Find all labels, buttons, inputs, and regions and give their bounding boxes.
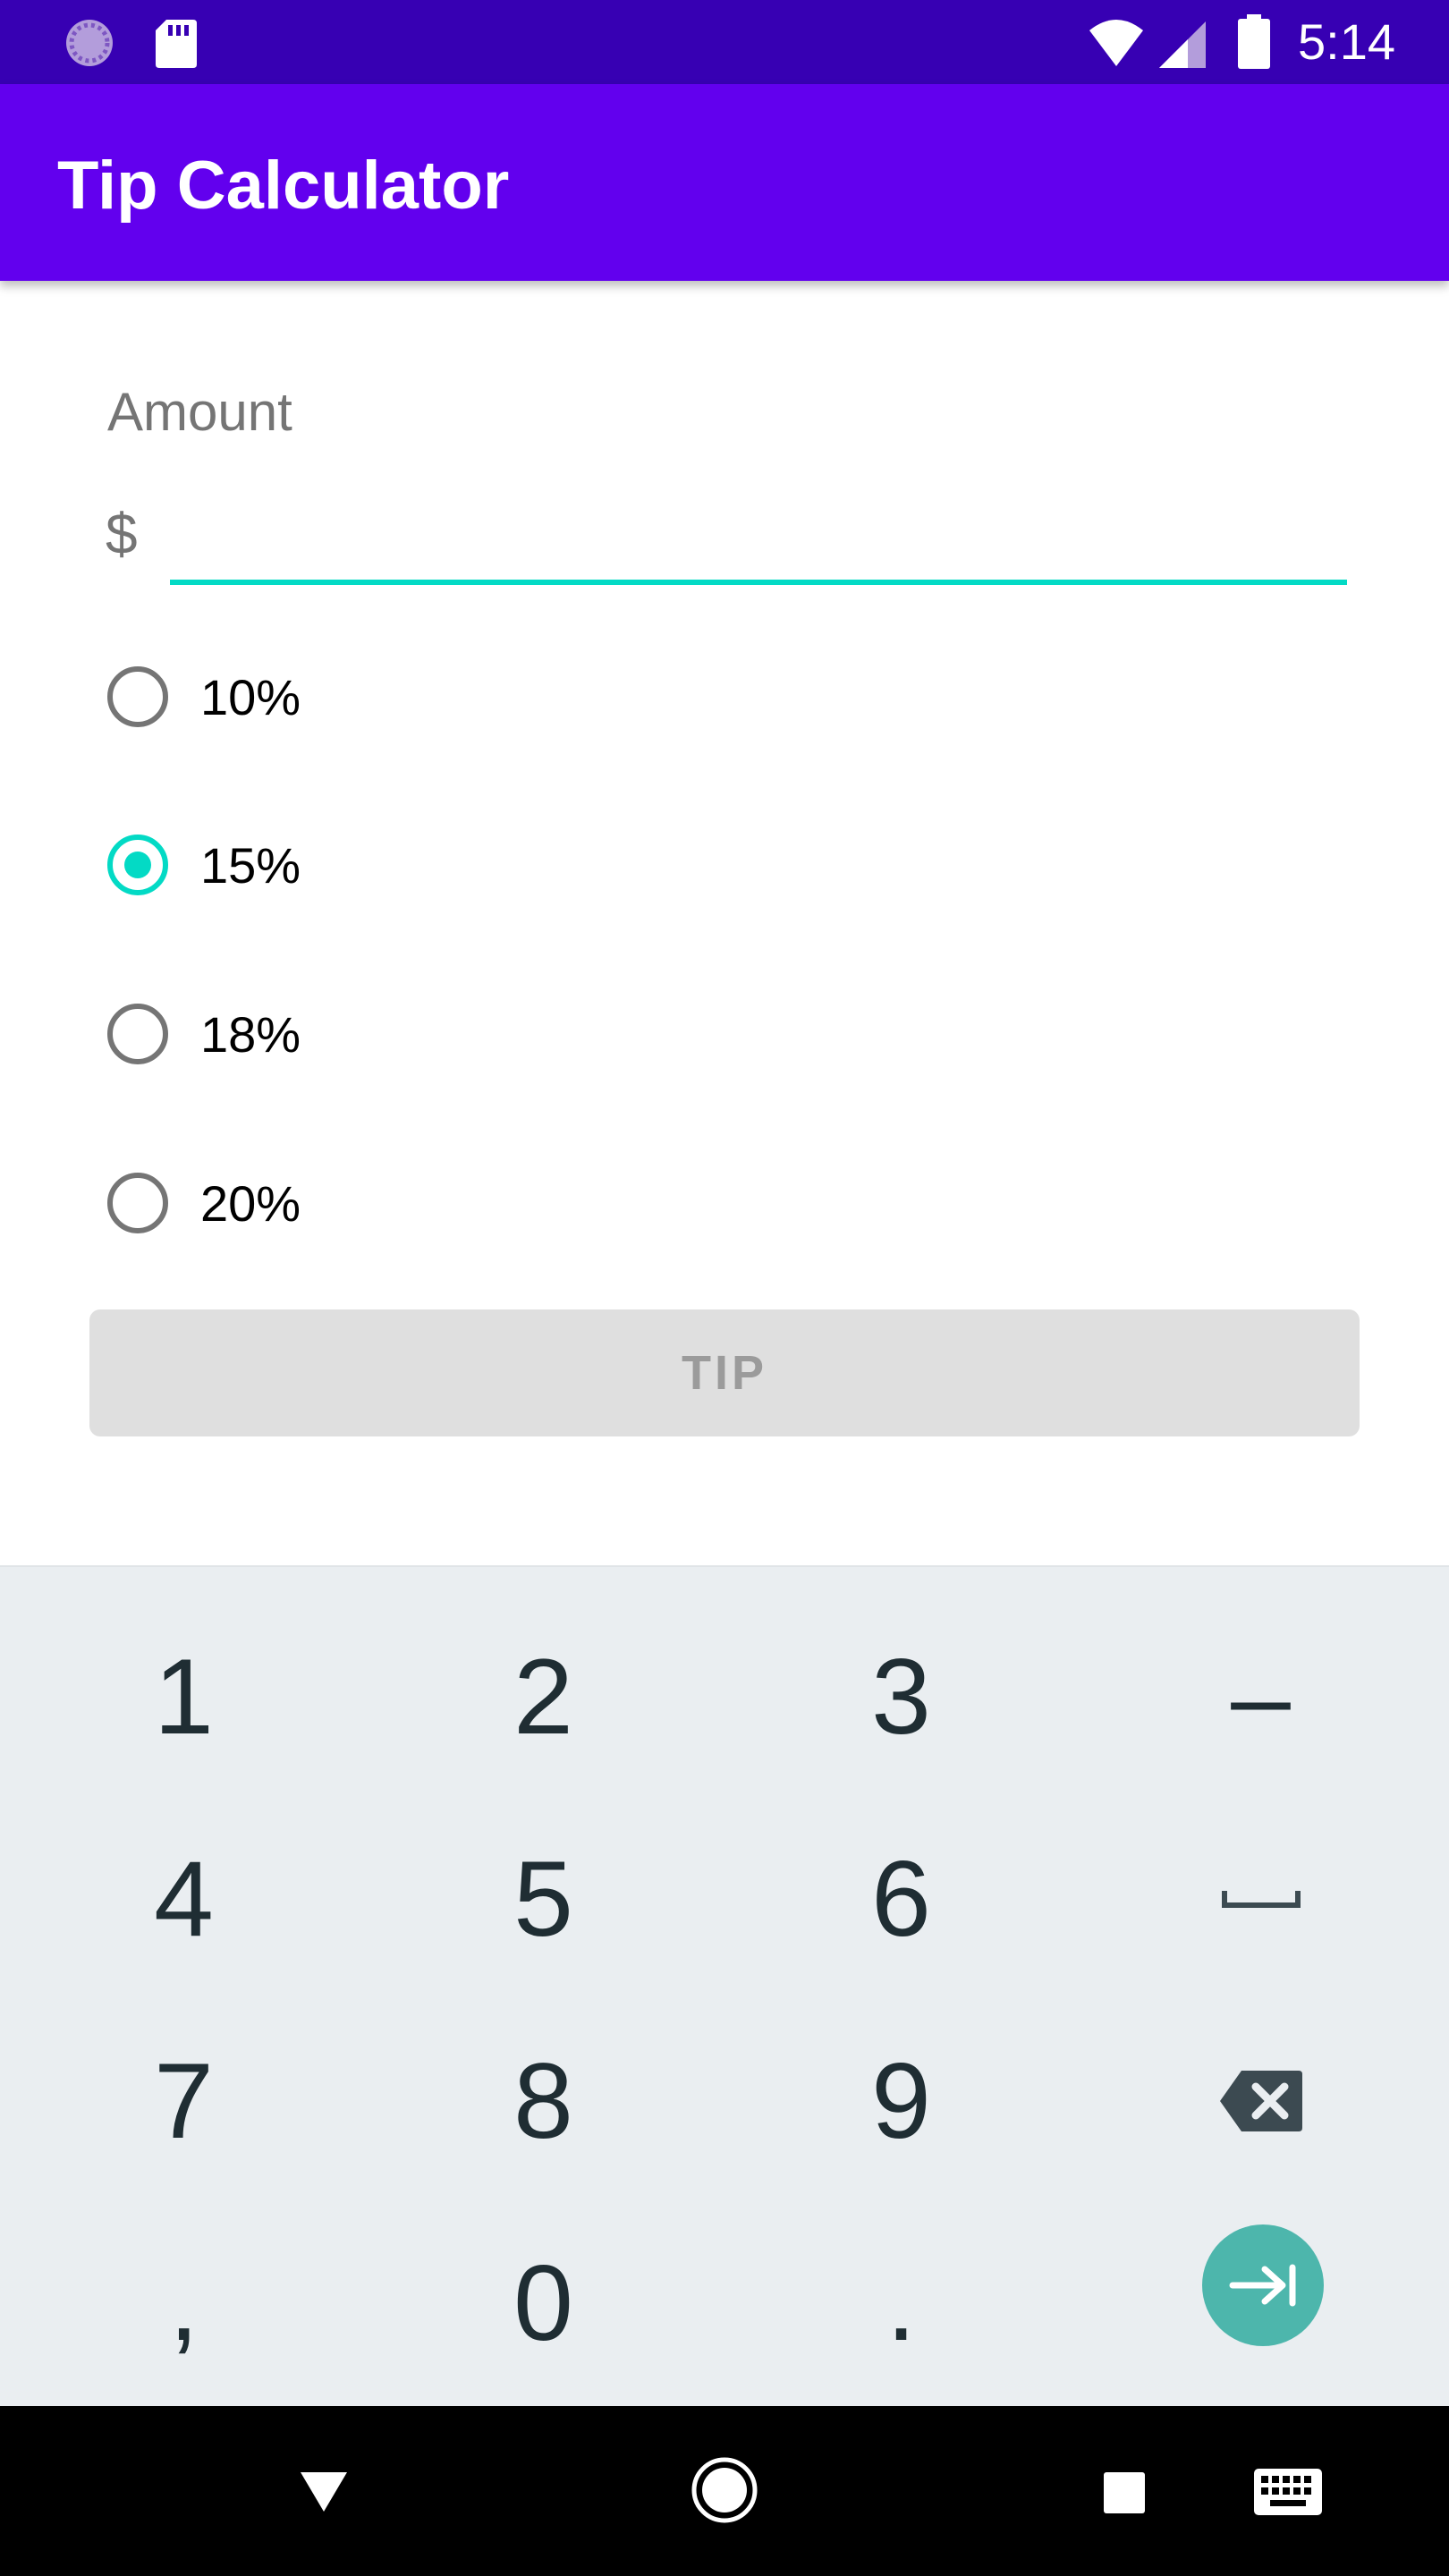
tip-option-18[interactable]: 18% <box>107 994 301 1074</box>
navigation-bar <box>0 2406 1449 2576</box>
radio-button[interactable] <box>107 666 168 727</box>
key-minus[interactable]: – <box>1080 1596 1442 1798</box>
amount-input[interactable] <box>170 490 1347 585</box>
tip-option-20[interactable]: 20% <box>107 1163 301 1243</box>
key-period[interactable]: . <box>720 2202 1082 2404</box>
tip-option-15[interactable]: 15% <box>107 825 301 905</box>
tip-button[interactable]: TIP <box>89 1309 1360 1436</box>
amount-label: Amount <box>107 382 292 442</box>
next-field-icon <box>1229 2264 1296 2307</box>
app-bar: Tip Calculator <box>0 84 1449 281</box>
loading-icon <box>66 20 113 66</box>
tip-option-label: 10% <box>200 668 301 725</box>
key-space[interactable] <box>1080 1798 1442 2000</box>
status-time: 5:14 <box>1298 13 1395 70</box>
radio-button[interactable] <box>107 1173 168 1233</box>
space-icon <box>1221 1891 1301 1908</box>
key-5[interactable]: 5 <box>362 1798 724 2000</box>
keyboard-switch-icon[interactable] <box>1252 2467 1324 2517</box>
home-icon[interactable] <box>691 2456 758 2524</box>
back-icon[interactable] <box>297 2469 351 2515</box>
tip-option-label: 15% <box>200 836 301 894</box>
currency-prefix: $ <box>106 502 138 566</box>
key-9[interactable]: 9 <box>720 2000 1082 2202</box>
key-1[interactable]: 1 <box>3 1596 365 1798</box>
recents-icon[interactable] <box>1102 2470 1147 2515</box>
signal-icon <box>1159 21 1206 68</box>
key-4[interactable]: 4 <box>3 1798 365 2000</box>
battery-icon <box>1238 14 1270 69</box>
app-title: Tip Calculator <box>57 148 510 224</box>
key-backspace[interactable] <box>1080 2000 1442 2202</box>
key-0[interactable]: 0 <box>362 2202 724 2404</box>
sd-card-icon <box>156 20 197 68</box>
key-3[interactable]: 3 <box>720 1596 1082 1798</box>
status-bar: 5:14 <box>0 0 1449 84</box>
key-8[interactable]: 8 <box>362 2000 724 2202</box>
key-6[interactable]: 6 <box>720 1798 1082 2000</box>
radio-button-checked[interactable] <box>107 835 168 895</box>
wifi-icon <box>1089 20 1143 66</box>
key-2[interactable]: 2 <box>362 1596 724 1798</box>
tip-option-10[interactable]: 10% <box>107 657 301 737</box>
next-key[interactable] <box>1202 2224 1324 2346</box>
backspace-icon <box>1219 2071 1302 2131</box>
key-7[interactable]: 7 <box>3 2000 365 2202</box>
key-comma[interactable]: , <box>3 2202 365 2404</box>
tip-option-label: 18% <box>200 1005 301 1063</box>
tip-option-label: 20% <box>200 1174 301 1232</box>
radio-button[interactable] <box>107 1004 168 1064</box>
